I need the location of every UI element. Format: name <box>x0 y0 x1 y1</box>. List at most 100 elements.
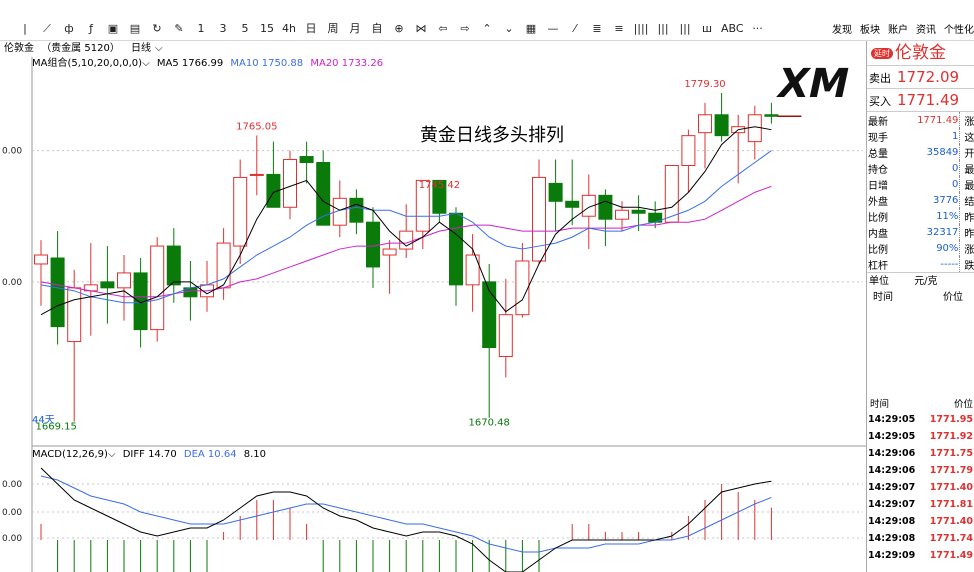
sell-row[interactable]: 卖出 1772.09 <box>867 66 974 89</box>
candle-body <box>382 248 397 256</box>
candlestick-chart[interactable]: 0.00 0.00 0.00 0.00 0.00 1765.05 1745.42 1779.3… <box>0 0 866 572</box>
draw-icon[interactable]: ✎ <box>168 22 190 36</box>
target-icon[interactable]: ⊕ <box>388 22 410 36</box>
separator-icon[interactable]: | <box>14 22 36 36</box>
buy-label: 买入 <box>869 95 891 108</box>
chevron-down-icon[interactable]: ⌄ <box>498 22 520 36</box>
bars3-icon[interactable]: ||| <box>652 22 674 36</box>
candle-body <box>100 281 115 289</box>
tick-time: 14:29:06 <box>868 465 916 476</box>
quote-header: 延时 伦敦金 <box>867 41 974 66</box>
sell-value: 1772.09 <box>897 68 960 86</box>
tick-price: 1771.49 <box>929 550 973 561</box>
period-15-icon[interactable]: 15 <box>256 22 278 36</box>
symbol-name[interactable]: 伦敦金 <box>4 43 34 54</box>
quote-symbol: 伦敦金 <box>895 43 946 63</box>
period-1-icon[interactable]: 1 <box>190 22 212 36</box>
period-3-icon[interactable]: 3 <box>212 22 234 36</box>
macd-legend: MACD(12,26,9)⌵ DIFF 14.70 DEA 10.64 8.10 <box>32 448 266 461</box>
macd-title[interactable]: MACD(12,26,9) <box>32 449 108 460</box>
period-month-icon[interactable]: 月 <box>344 22 366 36</box>
ma20-label: MA20 1733.26 <box>310 58 384 69</box>
candle-body <box>67 287 82 343</box>
list2-icon[interactable]: ≡ <box>608 22 630 36</box>
buy-row[interactable]: 买入 1771.49 <box>867 89 974 112</box>
ma-group-label[interactable]: MA组合(5,10,20,0,0,0) <box>32 58 142 69</box>
price-annotation: 1779.30 <box>684 79 725 90</box>
hline-icon[interactable]: — <box>542 22 564 36</box>
tick-row: 14:29:06 1771.79 <box>864 462 974 479</box>
stat-key: 持仓 <box>868 164 888 176</box>
days-annotation: 44天 <box>32 415 55 426</box>
ma-legend: MA组合(5,10,20,0,0,0)⌵ MA5 1766.99 MA10 17… <box>32 57 383 70</box>
line-chart-icon[interactable]: ⟋ <box>36 22 58 36</box>
candle-body <box>664 164 679 223</box>
macd-tick-label: 0.00 <box>2 480 22 490</box>
toolbar-menu-item[interactable]: 发现 <box>832 21 852 36</box>
tick-time: 14:29:08 <box>868 533 916 544</box>
tick-price: 1771.92 <box>929 431 973 442</box>
tick-price: 1771.81 <box>929 499 973 510</box>
arrow-left-icon[interactable]: ⇦ <box>432 22 454 36</box>
stat-row: 持仓 0 最 <box>867 160 974 176</box>
more-icon[interactable]: ··· <box>747 22 769 36</box>
chevron-down-icon[interactable]: ⌵ <box>108 449 116 460</box>
bowtie-icon[interactable]: ⋈ <box>410 22 432 36</box>
arrow-right-icon[interactable]: ⇨ <box>454 22 476 36</box>
tick-price: 1771.75 <box>929 448 973 459</box>
stat-value: 35849 <box>926 146 959 158</box>
bars2-icon[interactable]: ||| <box>674 22 696 36</box>
abc-icon[interactable]: ABC <box>718 22 747 36</box>
period-week-icon[interactable]: 周 <box>322 22 344 36</box>
toolbar-menu-item[interactable]: 资讯 <box>916 21 936 36</box>
tick-price: 1771.74 <box>929 533 973 544</box>
refresh-icon[interactable]: ↻ <box>146 22 168 36</box>
symbol-bar: 伦敦金 （贵金属 5120） 日线 ⌵ <box>0 41 866 57</box>
stat-value: 90% <box>936 242 959 254</box>
save-icon[interactable]: ▤ <box>124 22 146 36</box>
tick-time: 14:29:09 <box>868 550 916 561</box>
toolbar-menu-item[interactable]: 个性化 <box>944 21 974 36</box>
chart-box-icon[interactable]: ▣ <box>102 22 124 36</box>
ma10-label: MA10 1750.88 <box>230 58 304 69</box>
bars4-icon[interactable]: |||| <box>630 22 652 36</box>
volume-icon[interactable]: ш <box>696 22 718 36</box>
tick-row: 14:29:06 1771.75 <box>864 445 974 462</box>
candle-body <box>233 176 248 247</box>
tick-header-row: 时间 价位 <box>864 394 974 411</box>
tick-time: 14:29:06 <box>868 448 916 459</box>
period-selector[interactable]: 日线 ⌵ <box>127 43 163 54</box>
slash-icon[interactable]: ⁄ <box>564 22 586 36</box>
toolbar-menu-item[interactable]: 账户 <box>888 21 908 36</box>
stat-key: 内盘 <box>868 228 888 240</box>
stat-value: 1 <box>952 130 959 142</box>
stat-key: 现手 <box>868 132 888 144</box>
tick-time: 14:29:05 <box>868 431 916 442</box>
stat-key: 杠杆 <box>868 260 888 272</box>
stat-value: 11% <box>936 210 959 222</box>
toolbar-right-menu: 发现 板块 账户 资讯 个性化 <box>832 21 974 36</box>
symbol-market: （贵金属 5120） <box>41 43 120 54</box>
stat-key: 总量 <box>868 148 888 160</box>
stat-row: 现手 1 这 <box>867 128 974 144</box>
sell-label: 卖出 <box>869 72 891 85</box>
stat-row: 总量 35849 开 <box>867 144 974 160</box>
chevron-up-icon[interactable]: ⌃ <box>476 22 498 36</box>
indicator-icon[interactable]: ƒ <box>80 22 102 36</box>
candle-body <box>681 135 696 166</box>
overlay-title: 黄金日线多头排列 <box>420 125 564 146</box>
xm-logo: XM <box>773 61 854 103</box>
stat-key-2: 涨 <box>959 112 974 128</box>
grid-icon[interactable]: ▦ <box>520 22 542 36</box>
period-4h-icon[interactable]: 4h <box>278 22 300 36</box>
list-icon[interactable]: ≣ <box>586 22 608 36</box>
period-5-icon[interactable]: 5 <box>234 22 256 36</box>
toolbar-menu-item[interactable]: 板块 <box>860 21 880 36</box>
period-day-icon[interactable]: 日 <box>300 22 322 36</box>
period-custom-icon[interactable]: 自 <box>366 22 388 36</box>
candle-icon[interactable]: ф <box>58 22 80 36</box>
chevron-down-icon[interactable]: ⌵ <box>142 58 150 69</box>
stat-key-2: 跌 <box>959 256 974 272</box>
tick-time: 14:29:07 <box>868 482 916 493</box>
tick-time: 14:29:05 <box>868 414 916 425</box>
